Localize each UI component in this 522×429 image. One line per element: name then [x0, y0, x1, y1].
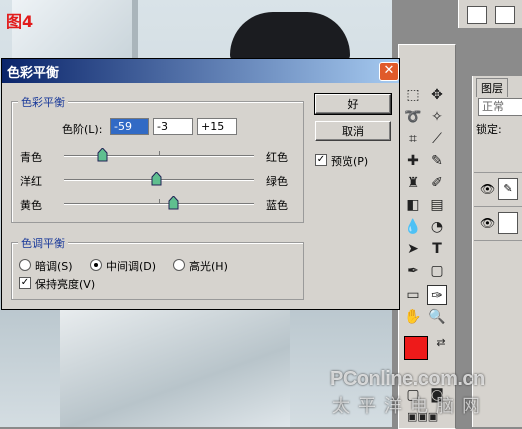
preview-checkbox[interactable]: ✓ — [315, 154, 327, 166]
close-button[interactable]: ✕ — [379, 62, 399, 81]
yellow-blue-level-input[interactable]: +15 — [197, 118, 237, 135]
brush-tool-icon[interactable]: ✎ — [427, 151, 447, 171]
levels-label: 色阶(L): — [62, 123, 103, 136]
hand-tool-icon[interactable]: ✋ — [403, 307, 423, 327]
watermark-sub: 太平洋电脑网 — [332, 396, 488, 417]
preserve-luminosity-checkbox[interactable]: ✓ — [19, 277, 31, 289]
layer-row[interactable]: 👁 ✎ — [474, 172, 522, 207]
options-bar-fragment — [458, 0, 522, 28]
eraser-tool-icon[interactable]: ◧ — [403, 195, 423, 215]
dialog-title-bar[interactable]: 色彩平衡 ✕ — [2, 59, 399, 83]
cancel-button[interactable]: 取消 — [315, 121, 391, 141]
tone-balance-group-label: 色调平衡 — [18, 235, 68, 251]
lasso-tool-icon[interactable]: ➰ — [403, 107, 423, 127]
preserve-luminosity-label[interactable]: 保持亮度(V) — [35, 276, 95, 292]
color-balance-group-label: 色彩平衡 — [18, 94, 68, 110]
shadows-radio[interactable] — [19, 259, 31, 271]
magenta-green-slider-thumb[interactable] — [151, 172, 162, 186]
healing-brush-icon[interactable]: ✚ — [403, 151, 423, 171]
magenta-green-level-input[interactable]: -3 — [153, 118, 193, 135]
watermark-logo: PConline.com.cn — [330, 368, 485, 390]
history-brush-icon[interactable]: ✐ — [427, 173, 447, 193]
move-tool-icon[interactable]: ✥ — [427, 85, 447, 105]
magic-wand-icon[interactable]: ✧ — [427, 107, 447, 127]
notes-tool-icon[interactable]: ▭ — [403, 285, 423, 305]
blur-tool-icon[interactable]: 💧 — [403, 217, 423, 237]
eye-icon[interactable]: 👁 — [480, 182, 495, 196]
shape-tool-icon[interactable]: ▢ — [427, 261, 447, 281]
dialog-title: 色彩平衡 — [7, 66, 60, 81]
highlights-label[interactable]: 高光(H) — [189, 258, 228, 274]
ok-button[interactable]: 好 — [314, 93, 392, 115]
layer-thumbnail — [498, 212, 518, 234]
swap-colors-icon[interactable]: ⇄ — [431, 333, 451, 353]
photo-legs — [60, 310, 290, 427]
slice-tool-icon[interactable]: ⟋ — [427, 129, 447, 149]
path-select-icon[interactable]: ➤ — [403, 239, 423, 259]
tab-layers[interactable]: 图层 — [476, 78, 508, 97]
slider-right-label: 蓝色 — [266, 199, 288, 212]
midtones-label[interactable]: 中间调(D) — [106, 258, 156, 274]
cyan-red-slider-thumb[interactable] — [97, 148, 108, 162]
slider-center-tick — [159, 151, 160, 155]
dodge-tool-icon[interactable]: ◔ — [427, 217, 447, 237]
eye-icon[interactable]: 👁 — [480, 216, 495, 230]
cyan-red-slider-track[interactable] — [64, 155, 254, 157]
options-checkbox[interactable] — [467, 6, 487, 24]
pen-tool-icon[interactable]: ✒ — [403, 261, 423, 281]
crop-tool-icon[interactable]: ⌗ — [403, 129, 423, 149]
slider-right-label: 红色 — [266, 151, 288, 164]
foreground-color-swatch[interactable] — [404, 336, 428, 360]
slider-left-label: 青色 — [20, 151, 42, 164]
highlights-radio[interactable] — [173, 259, 185, 271]
yellow-blue-slider-track[interactable] — [64, 203, 254, 205]
slider-left-label: 黄色 — [20, 199, 42, 212]
yellow-blue-slider-thumb[interactable] — [168, 196, 179, 210]
figure-label: 图4 — [6, 12, 34, 31]
shadows-label[interactable]: 暗调(S) — [35, 258, 73, 274]
brush-link-icon: ✎ — [498, 178, 518, 200]
slider-right-label: 绿色 — [266, 175, 288, 188]
layer-row[interactable] — [474, 138, 522, 173]
slider-center-tick — [159, 199, 160, 203]
color-balance-dialog: 色彩平衡 ✕ 色彩平衡 色阶(L): -59 -3 +15 青色 红色 洋红 绿… — [1, 58, 400, 310]
midtones-radio[interactable] — [90, 259, 102, 271]
eyedropper-tool-icon[interactable]: ✑ — [427, 285, 447, 305]
options-checkbox-2[interactable] — [495, 6, 515, 24]
preview-label[interactable]: 预览(P) — [331, 153, 368, 169]
stamp-tool-icon[interactable]: ♜ — [403, 173, 423, 193]
blend-mode-select[interactable]: 正常 — [478, 98, 522, 116]
lock-label: 锁定: — [476, 123, 502, 136]
marquee-tool-icon[interactable]: ⬚ — [403, 85, 423, 105]
slider-left-label: 洋红 — [20, 175, 42, 188]
photo-hair — [230, 12, 350, 62]
type-tool-icon[interactable]: T — [427, 239, 447, 259]
cyan-red-level-input[interactable]: -59 — [110, 118, 149, 135]
zoom-tool-icon[interactable]: 🔍 — [427, 307, 447, 327]
layer-row[interactable]: 👁 — [474, 206, 522, 241]
gradient-tool-icon[interactable]: ▤ — [427, 195, 447, 215]
